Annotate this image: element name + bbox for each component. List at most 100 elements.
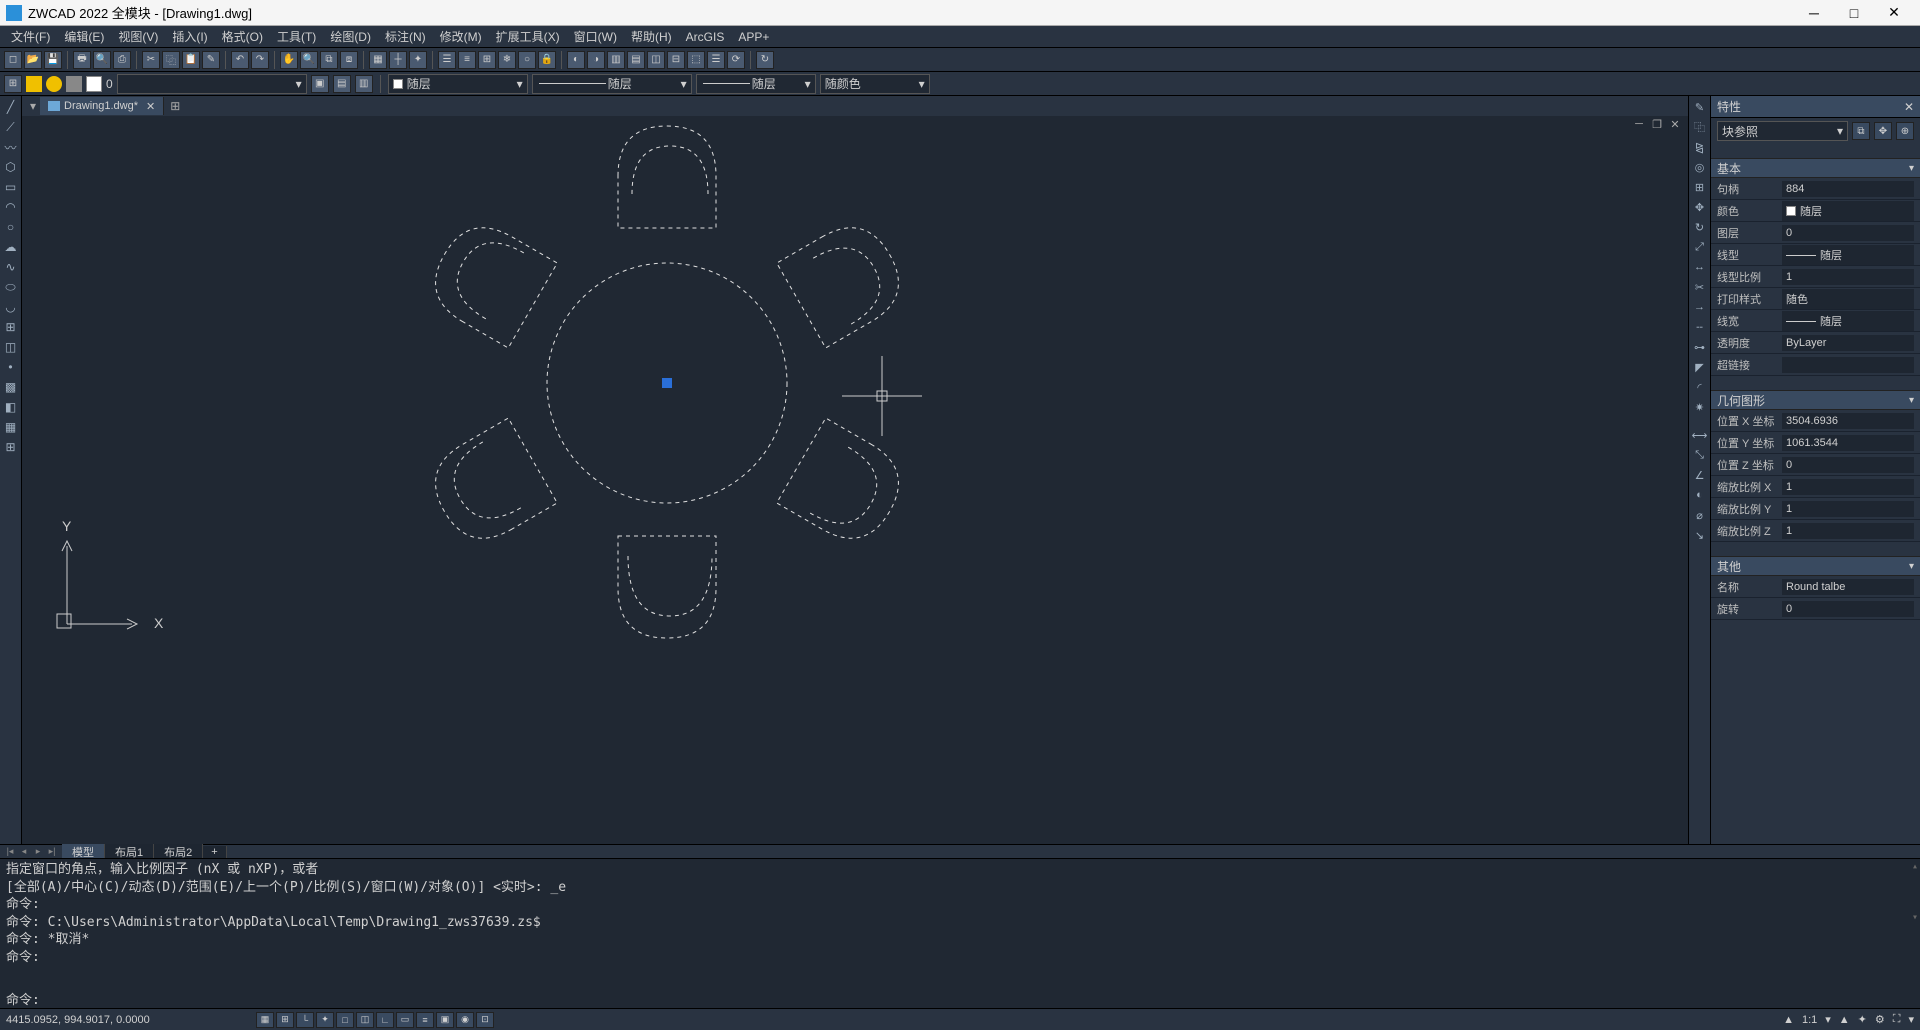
layer-states-icon[interactable]: ≡ — [458, 51, 476, 69]
refresh-icon[interactable]: ↻ — [756, 51, 774, 69]
spline-tool-icon[interactable]: ∿ — [2, 258, 20, 276]
prop-hyperlink-value[interactable] — [1782, 357, 1914, 373]
mirror-tool-icon[interactable]: ⧎ — [1691, 138, 1709, 156]
misc-icon-1[interactable]: ◐ — [567, 51, 585, 69]
pickadd-toggle-icon[interactable]: ⊕ — [1896, 122, 1914, 140]
redo-icon[interactable]: ↷ — [251, 51, 269, 69]
mdi-close-icon[interactable]: ✕ — [1668, 118, 1682, 131]
layer-sun-icon[interactable] — [26, 76, 42, 92]
object-type-selector[interactable]: 块参照▾ — [1717, 121, 1848, 141]
ortho-toggle-icon[interactable]: ┼ — [389, 51, 407, 69]
menu-draw[interactable]: 绘图(D) — [323, 26, 378, 47]
prop-rotation-value[interactable]: 0 — [1782, 601, 1914, 617]
polar-toggle-icon[interactable]: ✦ — [409, 51, 427, 69]
prop-sclx-value[interactable]: 1 — [1782, 479, 1914, 495]
prop-color-value[interactable]: 随层 — [1782, 201, 1914, 221]
props-section-basic[interactable]: 基本▾ — [1711, 158, 1920, 178]
osnap-toggle[interactable]: □ — [336, 1012, 354, 1028]
copy-icon[interactable]: ⿻ — [162, 51, 180, 69]
match-icon[interactable]: ✎ — [202, 51, 220, 69]
menu-arcgis[interactable]: ArcGIS — [679, 28, 732, 46]
status-config-icon[interactable]: ▾ — [1908, 1013, 1914, 1026]
prop-transparency-value[interactable]: ByLayer — [1782, 335, 1914, 351]
zoom-win-icon[interactable]: ⧉ — [320, 51, 338, 69]
chamfer-tool-icon[interactable]: ◤ — [1691, 358, 1709, 376]
construction-line-tool-icon[interactable]: ⟋ — [2, 118, 20, 136]
misc-icon-3[interactable]: ▥ — [607, 51, 625, 69]
document-tab-new[interactable]: ⊞ — [164, 99, 186, 113]
anno-toggle[interactable]: ⊡ — [476, 1012, 494, 1028]
stretch-tool-icon[interactable]: ↔ — [1691, 258, 1709, 276]
annotation-scale-value[interactable]: 1:1 — [1802, 1014, 1817, 1026]
explode-tool-icon[interactable]: ✷ — [1691, 398, 1709, 416]
ortho-toggle[interactable]: └ — [296, 1012, 314, 1028]
status-workspace-icon[interactable]: ⚙ — [1875, 1013, 1885, 1026]
lineweight-selector[interactable]: 随层▾ — [696, 74, 816, 94]
menu-format[interactable]: 格式(O) — [215, 26, 270, 47]
paste-icon[interactable]: 📋 — [182, 51, 200, 69]
fillet-tool-icon[interactable]: ◜ — [1691, 378, 1709, 396]
layer-props-icon[interactable]: ⊞ — [4, 75, 22, 93]
misc-icon-8[interactable]: ☰ — [707, 51, 725, 69]
maximize-button[interactable]: □ — [1834, 1, 1874, 25]
linetype-selector[interactable]: 随层▾ — [532, 74, 692, 94]
menu-help[interactable]: 帮助(H) — [624, 26, 679, 47]
break-tool-icon[interactable]: ╌ — [1691, 318, 1709, 336]
snap-toggle-icon[interactable]: ▦ — [369, 51, 387, 69]
snap-mode-toggle[interactable]: ▦ — [256, 1012, 274, 1028]
otrack-toggle[interactable]: ◫ — [356, 1012, 374, 1028]
layout-nav-prev-icon[interactable]: ◂ — [18, 846, 30, 857]
array-tool-icon[interactable]: ⊞ — [1691, 178, 1709, 196]
rotate-tool-icon[interactable]: ↻ — [1691, 218, 1709, 236]
zoom-rt-icon[interactable]: 🔍 — [300, 51, 318, 69]
annotation-scale-icon[interactable]: ▲ — [1783, 1014, 1794, 1026]
cursor-coordinates[interactable]: 4415.0952, 994.9017, 0.0000 — [6, 1014, 256, 1026]
misc-icon-4[interactable]: ▤ — [627, 51, 645, 69]
misc-icon-2[interactable]: ◑ — [587, 51, 605, 69]
menu-dimension[interactable]: 标注(N) — [378, 26, 433, 47]
polyline-tool-icon[interactable]: 〰 — [2, 138, 20, 156]
menu-modify[interactable]: 修改(M) — [433, 26, 489, 47]
dim-diameter-icon[interactable]: ⌀ — [1691, 506, 1709, 524]
minimize-button[interactable]: ─ — [1794, 1, 1834, 25]
props-section-other[interactable]: 其他▾ — [1711, 556, 1920, 576]
gradient-tool-icon[interactable]: ◧ — [2, 398, 20, 416]
layer-selector[interactable]: ▾ — [117, 74, 307, 94]
region-tool-icon[interactable]: ▦ — [2, 418, 20, 436]
mdi-restore-icon[interactable]: ❐ — [1650, 118, 1664, 131]
props-section-geometry[interactable]: 几何图形▾ — [1711, 390, 1920, 410]
layer-lock-icon[interactable]: 🔒 — [538, 51, 556, 69]
prop-plotstyle-value[interactable]: 随色 — [1782, 289, 1914, 309]
color-selector[interactable]: 随层▾ — [388, 74, 528, 94]
prop-layer-value[interactable]: 0 — [1782, 225, 1914, 241]
misc-icon-5[interactable]: ◫ — [647, 51, 665, 69]
rectangle-tool-icon[interactable]: ▭ — [2, 178, 20, 196]
plot-color-selector[interactable]: 随颜色▾ — [820, 74, 930, 94]
dim-leader-icon[interactable]: ↘ — [1691, 526, 1709, 544]
quick-select-icon[interactable]: ⧉ — [1852, 122, 1870, 140]
prop-handle-value[interactable]: 884 — [1782, 181, 1914, 197]
layer-bulb-icon[interactable] — [46, 76, 62, 92]
layout-nav-first-icon[interactable]: |◂ — [4, 846, 16, 857]
layout-nav-last-icon[interactable]: ▸| — [46, 846, 58, 857]
dim-radius-icon[interactable]: ◐ — [1691, 486, 1709, 504]
drawing-canvas[interactable]: ─ ❐ ✕ — [22, 116, 1688, 844]
layer-manager-icon[interactable]: ☰ — [438, 51, 456, 69]
revcloud-tool-icon[interactable]: ☁ — [2, 238, 20, 256]
prop-ltscale-value[interactable]: 1 — [1782, 269, 1914, 285]
cut-icon[interactable]: ✂ — [142, 51, 160, 69]
menu-view[interactable]: 视图(V) — [111, 26, 165, 47]
command-history[interactable]: 指定窗口的角点，输入比例因子 (nX 或 nXP)，或者 [全部(A)/中心(C… — [0, 859, 1920, 988]
pan-icon[interactable]: ✋ — [280, 51, 298, 69]
lwt-toggle[interactable]: ≡ — [416, 1012, 434, 1028]
scale-tool-icon[interactable]: ⤢ — [1691, 238, 1709, 256]
prop-sclz-value[interactable]: 1 — [1782, 523, 1914, 539]
prop-posy-value[interactable]: 1061.3544 — [1782, 435, 1914, 451]
point-tool-icon[interactable]: • — [2, 358, 20, 376]
menu-file[interactable]: 文件(F) — [4, 26, 57, 47]
layer-color-swatch[interactable] — [86, 76, 102, 92]
make-block-tool-icon[interactable]: ◫ — [2, 338, 20, 356]
offset-tool-icon[interactable]: ◎ — [1691, 158, 1709, 176]
prop-posx-value[interactable]: 3504.6936 — [1782, 413, 1914, 429]
misc-icon-6[interactable]: ⊟ — [667, 51, 685, 69]
